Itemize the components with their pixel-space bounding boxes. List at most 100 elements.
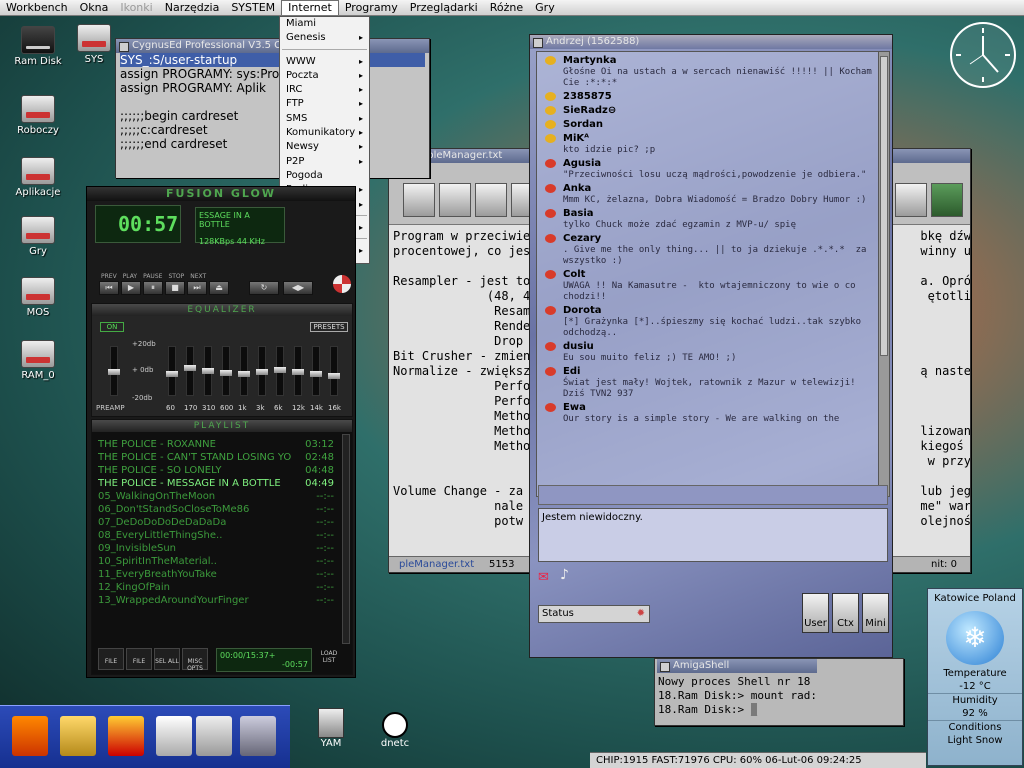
dock-launcher-icon[interactable] bbox=[12, 716, 48, 756]
menu-okna[interactable]: Okna bbox=[74, 0, 115, 16]
desktop-icon-ram-disk[interactable]: Ram Disk bbox=[10, 26, 66, 67]
playlist-item[interactable]: THE POLICE - CAN'T STAND LOSING YO 02:48 bbox=[92, 451, 340, 464]
eq-band-slider-170[interactable] bbox=[184, 346, 196, 396]
menu-workbench[interactable]: Workbench bbox=[0, 0, 74, 16]
playlist-item[interactable]: THE POLICE - ROXANNE 03:12 bbox=[92, 438, 340, 451]
desktop-icon-gry[interactable]: Gry bbox=[10, 216, 66, 257]
menu-system[interactable]: SYSTEM bbox=[225, 0, 281, 16]
eq-band-slider-12k[interactable] bbox=[292, 346, 304, 396]
playlist-item[interactable]: THE POLICE - MESSAGE IN A BOTTLE 04:49 bbox=[92, 477, 340, 490]
menu-item-genesis[interactable]: Genesis ▸ bbox=[280, 31, 369, 45]
contact-entry[interactable]: Dorota [*] Grażynka [*]..śpieszmy się koc… bbox=[537, 304, 881, 339]
dock-document-icon[interactable] bbox=[156, 716, 192, 756]
user-button[interactable]: User bbox=[802, 593, 829, 633]
save-icon[interactable] bbox=[403, 183, 435, 217]
menu-item-newsy[interactable]: Newsy ▸ bbox=[280, 140, 369, 154]
transport-button[interactable]: ⏮ bbox=[99, 281, 119, 295]
desktop-icon-roboczy[interactable]: Roboczy bbox=[10, 95, 66, 136]
playlist-button-file[interactable]: FILE bbox=[126, 648, 152, 670]
mini-button[interactable]: Mini bbox=[862, 593, 889, 633]
playlist-item[interactable]: 13_WrappedAroundYourFinger --:-- bbox=[92, 594, 340, 607]
playlist-item[interactable]: 07_DeDoDoDoDeDaDaDa --:-- bbox=[92, 516, 340, 529]
contact-entry[interactable]: Martynka Głośne Oi na ustach a w sercach … bbox=[537, 54, 881, 89]
contact-entry[interactable]: Edi Świat jest mały! Wojtek, ratownik z M… bbox=[537, 365, 881, 400]
status-selector[interactable]: Status ✹ bbox=[538, 605, 650, 623]
menu-item-irc[interactable]: IRC ▸ bbox=[280, 83, 369, 97]
eq-band-slider-3k[interactable] bbox=[256, 346, 268, 396]
chat-titlebar[interactable]: Andrzej (1562588) bbox=[530, 35, 892, 49]
playlist-item[interactable]: 09_InvisibleSun --:-- bbox=[92, 542, 340, 555]
eq-band-slider-600[interactable] bbox=[220, 346, 232, 396]
desktop-icon-mos[interactable]: MOS bbox=[10, 277, 66, 318]
menu-gry[interactable]: Gry bbox=[529, 0, 561, 16]
eq-presets-button[interactable]: PRESETS bbox=[310, 322, 348, 332]
menu-narz-dzia[interactable]: Narzędzia bbox=[159, 0, 226, 16]
menu-item-poczta[interactable]: Poczta ▸ bbox=[280, 69, 369, 83]
speaker-icon[interactable]: ♪ bbox=[560, 567, 576, 587]
playlist-scrollbar[interactable] bbox=[342, 434, 350, 644]
playlist-item[interactable]: 06_Don'tStandSoCloseToMe86 --:-- bbox=[92, 503, 340, 516]
ctx-button[interactable]: Ctx bbox=[832, 593, 859, 633]
dnetc-icon[interactable]: dnetc bbox=[370, 712, 420, 749]
book-icon[interactable] bbox=[931, 183, 963, 217]
contact-entry[interactable]: dusiu Eu sou muito feliz ;) TE AMO! ;) bbox=[537, 340, 881, 364]
eq-band-slider-310[interactable] bbox=[202, 346, 214, 396]
player-title[interactable]: FUSION GLOW bbox=[87, 187, 355, 201]
menu-item-ftp[interactable]: FTP ▸ bbox=[280, 97, 369, 111]
load-list-button[interactable]: LOAD LIST bbox=[318, 650, 340, 664]
transport-button[interactable]: ◀▶ bbox=[283, 281, 313, 295]
notes-icon[interactable] bbox=[475, 183, 507, 217]
playlist-item[interactable]: 10_SpiritInTheMaterial.. --:-- bbox=[92, 555, 340, 568]
transport-button[interactable]: ■ bbox=[165, 281, 185, 295]
eq-band-slider-14k[interactable] bbox=[310, 346, 322, 396]
preamp-slider[interactable] bbox=[108, 346, 120, 396]
contact-entry[interactable]: Agusia "Przeciwności losu uczą mądrości,p… bbox=[537, 157, 881, 181]
contact-entry[interactable]: MiKᴬ kto idzie pic? ;p bbox=[537, 132, 881, 156]
desktop-icon-sys[interactable]: SYS bbox=[66, 24, 122, 65]
contact-entry[interactable]: Colt UWAGA !! Na Kamasutre - kto wtajemni… bbox=[537, 268, 881, 303]
menu-item-komunikatory[interactable]: Komunikatory ▸ bbox=[280, 126, 369, 140]
tools-icon[interactable] bbox=[895, 183, 927, 217]
amiga-ball-icon[interactable] bbox=[333, 275, 351, 293]
menu-item-p2p[interactable]: P2P ▸ bbox=[280, 155, 369, 169]
shell-titlebar[interactable]: AmigaShell bbox=[657, 659, 817, 673]
playlist-item[interactable]: 11_EveryBreathYouTake --:-- bbox=[92, 568, 340, 581]
menu-r-ne[interactable]: Różne bbox=[484, 0, 529, 16]
contact-entry[interactable]: Basia tylko Chuck może zdać egzamin z MVP… bbox=[537, 207, 881, 231]
eq-band-slider-6k[interactable] bbox=[274, 346, 286, 396]
playlist-item[interactable]: 12_KingOfPain --:-- bbox=[92, 581, 340, 594]
transport-button[interactable]: ⏸ bbox=[143, 281, 163, 295]
menu-ikonki[interactable]: Ikonki bbox=[114, 0, 158, 16]
status-description-input[interactable]: Jestem niewidoczny. bbox=[538, 508, 888, 562]
playlist-button-file[interactable]: FILE bbox=[98, 648, 124, 670]
contact-entry[interactable]: Cezary. Give me the only thing... || to … bbox=[537, 232, 881, 267]
contact-entry[interactable]: Anka Mmm KC, żelazna, Dobra Wiadomość = B… bbox=[537, 182, 881, 206]
cygnused-titlebar[interactable]: CygnusEd Professional V3.5 Copy bbox=[116, 39, 429, 53]
cygnused-editor[interactable]: SYS_:S/user-startup assign PROGRAMY: sys:… bbox=[116, 53, 429, 178]
eq-band-slider-60[interactable] bbox=[166, 346, 178, 396]
eq-band-slider-1k[interactable] bbox=[238, 346, 250, 396]
eq-band-slider-16k[interactable] bbox=[328, 346, 340, 396]
contact-entry[interactable]: SieRadz⊖ bbox=[537, 104, 881, 117]
dock-computer-icon[interactable] bbox=[240, 716, 276, 756]
playlist-item[interactable]: 08_EveryLittleThingShe.. --:-- bbox=[92, 529, 340, 542]
transport-button[interactable]: ⏭ bbox=[187, 281, 207, 295]
yam-icon[interactable]: YAM bbox=[306, 708, 356, 749]
menu-item-miami[interactable]: Miami bbox=[280, 17, 369, 31]
bomb-icon[interactable] bbox=[439, 183, 471, 217]
contact-list[interactable]: Martynka Głośne Oi na ustach a w sercach … bbox=[536, 51, 882, 497]
transport-button[interactable]: ⏏ bbox=[209, 281, 229, 295]
menu-programy[interactable]: Programy bbox=[339, 0, 404, 16]
contact-entry[interactable]: Sordan bbox=[537, 118, 881, 131]
contact-entry[interactable]: 2385875 bbox=[537, 90, 881, 103]
desktop-icon-aplikacje[interactable]: Aplikacje bbox=[10, 157, 66, 198]
playlist-button-misc-opts[interactable]: MISC OPTS bbox=[182, 648, 208, 672]
playlist-button-sel-all[interactable]: SEL ALL bbox=[154, 648, 180, 670]
dock-books-icon[interactable] bbox=[108, 716, 144, 756]
playlist-item[interactable]: THE POLICE - SO LONELY 04:48 bbox=[92, 464, 340, 477]
menu-item-sms[interactable]: SMS ▸ bbox=[280, 112, 369, 126]
contact-entry[interactable]: Ewa Our story is a simple story - We are … bbox=[537, 401, 881, 425]
eq-on-toggle[interactable]: ON bbox=[100, 322, 124, 332]
menu-przegl-darki[interactable]: Przeglądarki bbox=[404, 0, 484, 16]
menu-item-www[interactable]: WWW ▸ bbox=[280, 55, 369, 69]
